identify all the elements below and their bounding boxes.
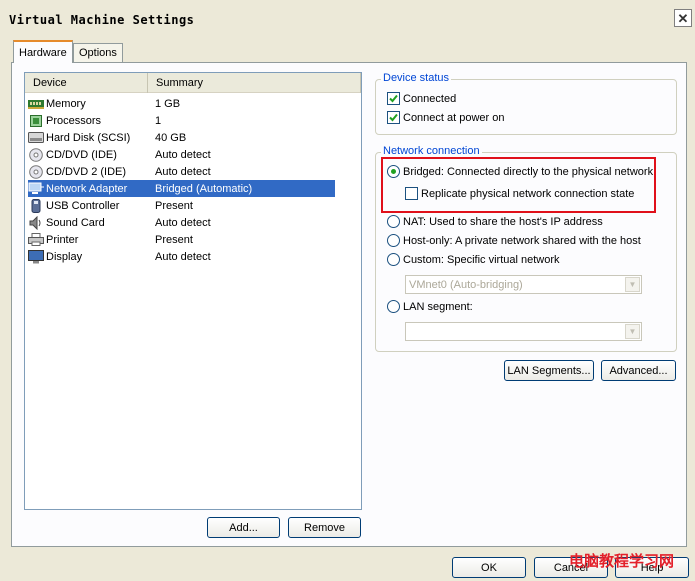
add-button-label: Add... xyxy=(229,521,258,534)
device-name: Printer xyxy=(46,233,79,246)
device-summary: Auto detect xyxy=(155,148,211,161)
connected-label: Connected xyxy=(403,92,457,105)
radio-unselected-icon xyxy=(387,300,400,313)
printer-icon xyxy=(28,233,44,247)
lan-segment-select[interactable]: ▼ xyxy=(405,322,642,341)
device-summary: Auto detect xyxy=(155,165,211,178)
remove-button[interactable]: Remove xyxy=(288,517,361,538)
device-row-network-adapter[interactable]: Network Adapter Bridged (Automatic) xyxy=(28,180,335,197)
radio-unselected-icon xyxy=(387,253,400,266)
radio-unselected-icon xyxy=(387,234,400,247)
display-icon xyxy=(28,249,44,264)
tab-hardware-label: Hardware xyxy=(19,46,67,59)
column-header-summary[interactable]: Summary xyxy=(148,73,361,93)
tab-options-label: Options xyxy=(79,47,117,59)
processor-icon xyxy=(28,114,44,128)
cd-dvd-icon xyxy=(28,164,44,179)
device-list[interactable]: Device Summary Memory 1 GB Processors 1 … xyxy=(24,72,362,510)
ok-button-label: OK xyxy=(481,561,497,574)
device-row-memory[interactable]: Memory 1 GB xyxy=(28,95,335,112)
host-only-label: Host-only: A private network shared with… xyxy=(403,234,641,247)
device-summary: 1 GB xyxy=(155,97,181,110)
sound-card-icon xyxy=(28,215,44,230)
device-summary: Present xyxy=(155,199,193,212)
network-adapter-icon xyxy=(28,182,44,196)
lan-segment-radio[interactable]: LAN segment: xyxy=(387,300,473,313)
radio-unselected-icon xyxy=(387,215,400,228)
host-only-radio[interactable]: Host-only: A private network shared with… xyxy=(387,234,641,247)
device-name: Sound Card xyxy=(46,216,105,229)
device-row-processors[interactable]: Processors 1 xyxy=(28,112,335,129)
checkbox-checked-icon xyxy=(387,111,400,124)
lan-segments-button-label: LAN Segments... xyxy=(507,364,591,377)
device-name: Hard Disk (SCSI) xyxy=(46,131,131,144)
network-connection-legend: Network connection xyxy=(381,145,482,157)
ok-button[interactable]: OK xyxy=(452,557,526,578)
column-summary-label: Summary xyxy=(156,77,204,89)
device-summary: Bridged (Automatic) xyxy=(155,182,253,195)
device-list-header: Device Summary xyxy=(25,73,361,93)
hard-disk-icon xyxy=(28,131,44,145)
close-icon: ✕ xyxy=(677,10,689,26)
device-row-usb-controller[interactable]: USB Controller Present xyxy=(28,197,335,214)
cd-dvd-icon xyxy=(28,147,44,162)
device-row-cd-dvd[interactable]: CD/DVD (IDE) Auto detect xyxy=(28,146,335,163)
device-status-legend: Device status xyxy=(381,72,452,84)
device-summary: Auto detect xyxy=(155,216,211,229)
close-button[interactable]: ✕ xyxy=(674,9,692,27)
window-title: Virtual Machine Settings xyxy=(9,13,195,27)
chevron-down-icon: ▼ xyxy=(625,324,640,339)
memory-icon xyxy=(28,97,44,111)
device-row-sound-card[interactable]: Sound Card Auto detect xyxy=(28,214,335,231)
chevron-down-icon: ▼ xyxy=(625,277,640,292)
usb-icon xyxy=(28,198,44,213)
nat-radio[interactable]: NAT: Used to share the host's IP address xyxy=(387,215,603,228)
column-header-device[interactable]: Device xyxy=(25,73,148,93)
custom-network-select[interactable]: VMnet0 (Auto-bridging) ▼ xyxy=(405,275,642,294)
tab-hardware[interactable]: Hardware xyxy=(13,40,73,63)
custom-label: Custom: Specific virtual network xyxy=(403,253,560,266)
add-button[interactable]: Add... xyxy=(207,517,280,538)
device-name: CD/DVD (IDE) xyxy=(46,148,117,161)
device-name: Processors xyxy=(46,114,102,127)
device-summary: Present xyxy=(155,233,193,246)
connected-checkbox[interactable]: Connected xyxy=(387,92,456,105)
red-highlight-box xyxy=(381,157,656,213)
device-name: Memory xyxy=(46,97,86,110)
column-device-label: Device xyxy=(33,77,67,89)
lan-segment-label: LAN segment: xyxy=(403,300,473,313)
device-name: Display xyxy=(46,250,83,263)
device-name: CD/DVD 2 (IDE) xyxy=(46,165,127,178)
title-bar: Virtual Machine Settings ✕ xyxy=(0,0,695,40)
device-summary: Auto detect xyxy=(155,250,211,263)
remove-button-label: Remove xyxy=(304,521,345,534)
device-row-printer[interactable]: Printer Present xyxy=(28,231,335,248)
watermark: 电脑教程学习网 xyxy=(569,552,675,570)
checkbox-checked-icon xyxy=(387,92,400,105)
device-summary: 40 GB xyxy=(155,131,187,144)
device-row-cd-dvd-2[interactable]: CD/DVD 2 (IDE) Auto detect xyxy=(28,163,335,180)
connect-at-power-on-checkbox[interactable]: Connect at power on xyxy=(387,111,505,124)
advanced-button[interactable]: Advanced... xyxy=(601,360,676,381)
device-row-hard-disk[interactable]: Hard Disk (SCSI) 40 GB xyxy=(28,129,335,146)
device-name: Network Adapter xyxy=(46,182,128,195)
custom-radio[interactable]: Custom: Specific virtual network xyxy=(387,253,560,266)
device-name: USB Controller xyxy=(46,199,120,212)
custom-network-value: VMnet0 (Auto-bridging) xyxy=(409,278,523,291)
lan-segments-button[interactable]: LAN Segments... xyxy=(504,360,594,381)
device-summary: 1 xyxy=(155,114,162,127)
advanced-button-label: Advanced... xyxy=(609,364,668,377)
connect-at-power-on-label: Connect at power on xyxy=(403,111,505,124)
nat-label: NAT: Used to share the host's IP address xyxy=(403,215,603,228)
device-row-display[interactable]: Display Auto detect xyxy=(28,248,335,265)
tab-options[interactable]: Options xyxy=(73,43,123,62)
device-status-group xyxy=(375,79,677,135)
